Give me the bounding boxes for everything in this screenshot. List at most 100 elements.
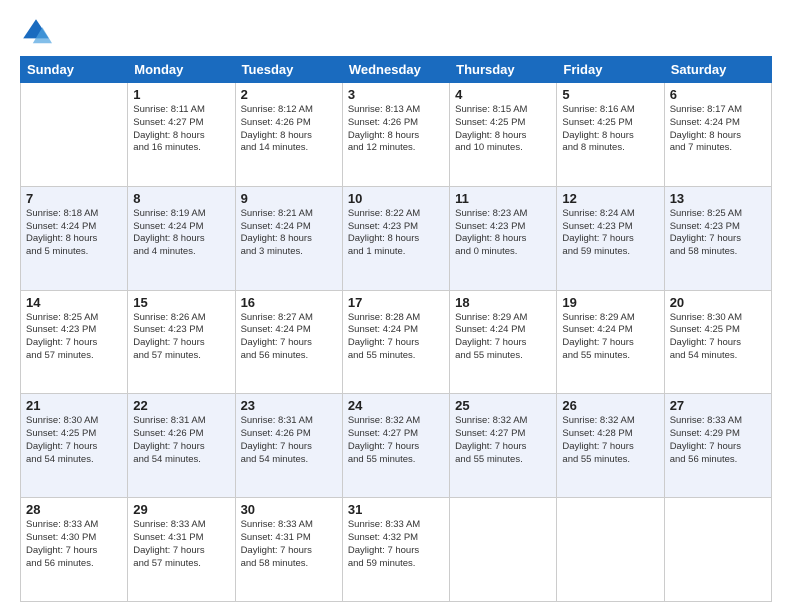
cell-info: Sunrise: 8:24 AMSunset: 4:23 PMDaylight:… [562, 208, 658, 259]
calendar-cell: 30Sunrise: 8:33 AMSunset: 4:31 PMDayligh… [235, 498, 342, 602]
day-number: 19 [562, 295, 658, 310]
calendar-cell: 27 Sunrise: 8:33 AMSunset: 4:29 PMDayligh… [664, 394, 771, 498]
day-number: 17 [348, 295, 444, 310]
day-number: 12 [562, 191, 658, 206]
day-number: 8 [133, 191, 229, 206]
calendar-cell: 13 Sunrise: 8:25 AMSunset: 4:23 PMDayligh… [664, 186, 771, 290]
cell-info: Sunrise: 8:15 AMSunset: 4:25 PMDaylight:… [455, 104, 551, 155]
calendar-cell: 22 Sunrise: 8:31 AMSunset: 4:26 PMDayligh… [128, 394, 235, 498]
day-number: 14 [26, 295, 122, 310]
cell-info: Sunrise: 8:33 AMSunset: 4:32 PMDaylight:… [348, 519, 444, 570]
day-number: 13 [670, 191, 766, 206]
cell-info: Sunrise: 8:28 AMSunset: 4:24 PMDaylight:… [348, 312, 444, 363]
header-sunday: Sunday [21, 57, 128, 83]
cell-info: Sunrise: 8:31 AMSunset: 4:26 PMDaylight:… [241, 415, 337, 466]
calendar-week-1: 1 Sunrise: 8:11 AMSunset: 4:27 PMDaylight… [21, 83, 772, 187]
cell-info: Sunrise: 8:18 AMSunset: 4:24 PMDaylight:… [26, 208, 122, 259]
day-number: 4 [455, 87, 551, 102]
cell-info: Sunrise: 8:31 AMSunset: 4:26 PMDaylight:… [133, 415, 229, 466]
day-number: 9 [241, 191, 337, 206]
cell-info: Sunrise: 8:30 AMSunset: 4:25 PMDaylight:… [670, 312, 766, 363]
cell-info: Sunrise: 8:25 AMSunset: 4:23 PMDaylight:… [670, 208, 766, 259]
day-number: 28 [26, 502, 122, 517]
header-thursday: Thursday [450, 57, 557, 83]
cell-info: Sunrise: 8:32 AMSunset: 4:27 PMDaylight:… [455, 415, 551, 466]
cell-info: Sunrise: 8:32 AMSunset: 4:28 PMDaylight:… [562, 415, 658, 466]
calendar-cell [557, 498, 664, 602]
cell-info: Sunrise: 8:33 AMSunset: 4:29 PMDaylight:… [670, 415, 766, 466]
calendar-cell: 3 Sunrise: 8:13 AMSunset: 4:26 PMDaylight… [342, 83, 449, 187]
calendar-cell: 6 Sunrise: 8:17 AMSunset: 4:24 PMDaylight… [664, 83, 771, 187]
cell-info: Sunrise: 8:33 AMSunset: 4:31 PMDaylight:… [133, 519, 229, 570]
logo-icon [20, 16, 52, 48]
cell-info: Sunrise: 8:27 AMSunset: 4:24 PMDaylight:… [241, 312, 337, 363]
cell-info: Sunrise: 8:32 AMSunset: 4:27 PMDaylight:… [348, 415, 444, 466]
calendar-cell: 7 Sunrise: 8:18 AMSunset: 4:24 PMDaylight… [21, 186, 128, 290]
calendar-cell: 18 Sunrise: 8:29 AMSunset: 4:24 PMDayligh… [450, 290, 557, 394]
calendar-cell: 29 Sunrise: 8:33 AMSunset: 4:31 PMDayligh… [128, 498, 235, 602]
header-tuesday: Tuesday [235, 57, 342, 83]
calendar-cell: 19 Sunrise: 8:29 AMSunset: 4:24 PMDayligh… [557, 290, 664, 394]
cell-info: Sunrise: 8:30 AMSunset: 4:25 PMDaylight:… [26, 415, 122, 466]
logo [20, 16, 56, 48]
calendar-cell: 14 Sunrise: 8:25 AMSunset: 4:23 PMDayligh… [21, 290, 128, 394]
day-number: 18 [455, 295, 551, 310]
day-number: 26 [562, 398, 658, 413]
calendar-cell: 31Sunrise: 8:33 AMSunset: 4:32 PMDayligh… [342, 498, 449, 602]
day-number: 16 [241, 295, 337, 310]
cell-info: Sunrise: 8:25 AMSunset: 4:23 PMDaylight:… [26, 312, 122, 363]
calendar-cell: 25 Sunrise: 8:32 AMSunset: 4:27 PMDayligh… [450, 394, 557, 498]
day-number: 15 [133, 295, 229, 310]
calendar-cell [450, 498, 557, 602]
header-wednesday: Wednesday [342, 57, 449, 83]
cell-info: Sunrise: 8:17 AMSunset: 4:24 PMDaylight:… [670, 104, 766, 155]
header [20, 16, 772, 48]
calendar-cell: 2Sunrise: 8:12 AMSunset: 4:26 PMDaylight… [235, 83, 342, 187]
day-number: 1 [133, 87, 229, 102]
cell-info: Sunrise: 8:29 AMSunset: 4:24 PMDaylight:… [455, 312, 551, 363]
day-number: 3 [348, 87, 444, 102]
calendar-cell: 11Sunrise: 8:23 AMSunset: 4:23 PMDayligh… [450, 186, 557, 290]
calendar-week-5: 28 Sunrise: 8:33 AMSunset: 4:30 PMDayligh… [21, 498, 772, 602]
day-number: 29 [133, 502, 229, 517]
day-number: 5 [562, 87, 658, 102]
day-number: 6 [670, 87, 766, 102]
calendar-week-2: 7 Sunrise: 8:18 AMSunset: 4:24 PMDaylight… [21, 186, 772, 290]
day-number: 22 [133, 398, 229, 413]
cell-info: Sunrise: 8:12 AMSunset: 4:26 PMDaylight:… [241, 104, 337, 155]
cell-info: Sunrise: 8:16 AMSunset: 4:25 PMDaylight:… [562, 104, 658, 155]
day-number: 25 [455, 398, 551, 413]
calendar-cell: 23 Sunrise: 8:31 AMSunset: 4:26 PMDayligh… [235, 394, 342, 498]
calendar-cell: 9 Sunrise: 8:21 AMSunset: 4:24 PMDaylight… [235, 186, 342, 290]
calendar-cell: 5 Sunrise: 8:16 AMSunset: 4:25 PMDaylight… [557, 83, 664, 187]
day-number: 23 [241, 398, 337, 413]
calendar-cell: 8Sunrise: 8:19 AMSunset: 4:24 PMDaylight… [128, 186, 235, 290]
calendar-cell: 12 Sunrise: 8:24 AMSunset: 4:23 PMDayligh… [557, 186, 664, 290]
cell-info: Sunrise: 8:13 AMSunset: 4:26 PMDaylight:… [348, 104, 444, 155]
cell-info: Sunrise: 8:21 AMSunset: 4:24 PMDaylight:… [241, 208, 337, 259]
weekday-header-row: Sunday Monday Tuesday Wednesday Thursday… [21, 57, 772, 83]
calendar-cell: 24Sunrise: 8:32 AMSunset: 4:27 PMDayligh… [342, 394, 449, 498]
day-number: 7 [26, 191, 122, 206]
day-number: 27 [670, 398, 766, 413]
header-monday: Monday [128, 57, 235, 83]
day-number: 20 [670, 295, 766, 310]
cell-info: Sunrise: 8:11 AMSunset: 4:27 PMDaylight:… [133, 104, 229, 155]
header-saturday: Saturday [664, 57, 771, 83]
calendar-cell: 17 Sunrise: 8:28 AMSunset: 4:24 PMDayligh… [342, 290, 449, 394]
day-number: 10 [348, 191, 444, 206]
calendar-week-3: 14 Sunrise: 8:25 AMSunset: 4:23 PMDayligh… [21, 290, 772, 394]
calendar-cell: 10 Sunrise: 8:22 AMSunset: 4:23 PMDayligh… [342, 186, 449, 290]
calendar-cell [21, 83, 128, 187]
cell-info: Sunrise: 8:22 AMSunset: 4:23 PMDaylight:… [348, 208, 444, 259]
calendar-cell: 28 Sunrise: 8:33 AMSunset: 4:30 PMDayligh… [21, 498, 128, 602]
calendar-cell: 16 Sunrise: 8:27 AMSunset: 4:24 PMDayligh… [235, 290, 342, 394]
cell-info: Sunrise: 8:29 AMSunset: 4:24 PMDaylight:… [562, 312, 658, 363]
calendar-cell [664, 498, 771, 602]
cell-info: Sunrise: 8:33 AMSunset: 4:30 PMDaylight:… [26, 519, 122, 570]
page: Sunday Monday Tuesday Wednesday Thursday… [0, 0, 792, 612]
calendar-cell: 21Sunrise: 8:30 AMSunset: 4:25 PMDayligh… [21, 394, 128, 498]
calendar-cell: 1 Sunrise: 8:11 AMSunset: 4:27 PMDaylight… [128, 83, 235, 187]
cell-info: Sunrise: 8:26 AMSunset: 4:23 PMDaylight:… [133, 312, 229, 363]
calendar-table: Sunday Monday Tuesday Wednesday Thursday… [20, 56, 772, 602]
